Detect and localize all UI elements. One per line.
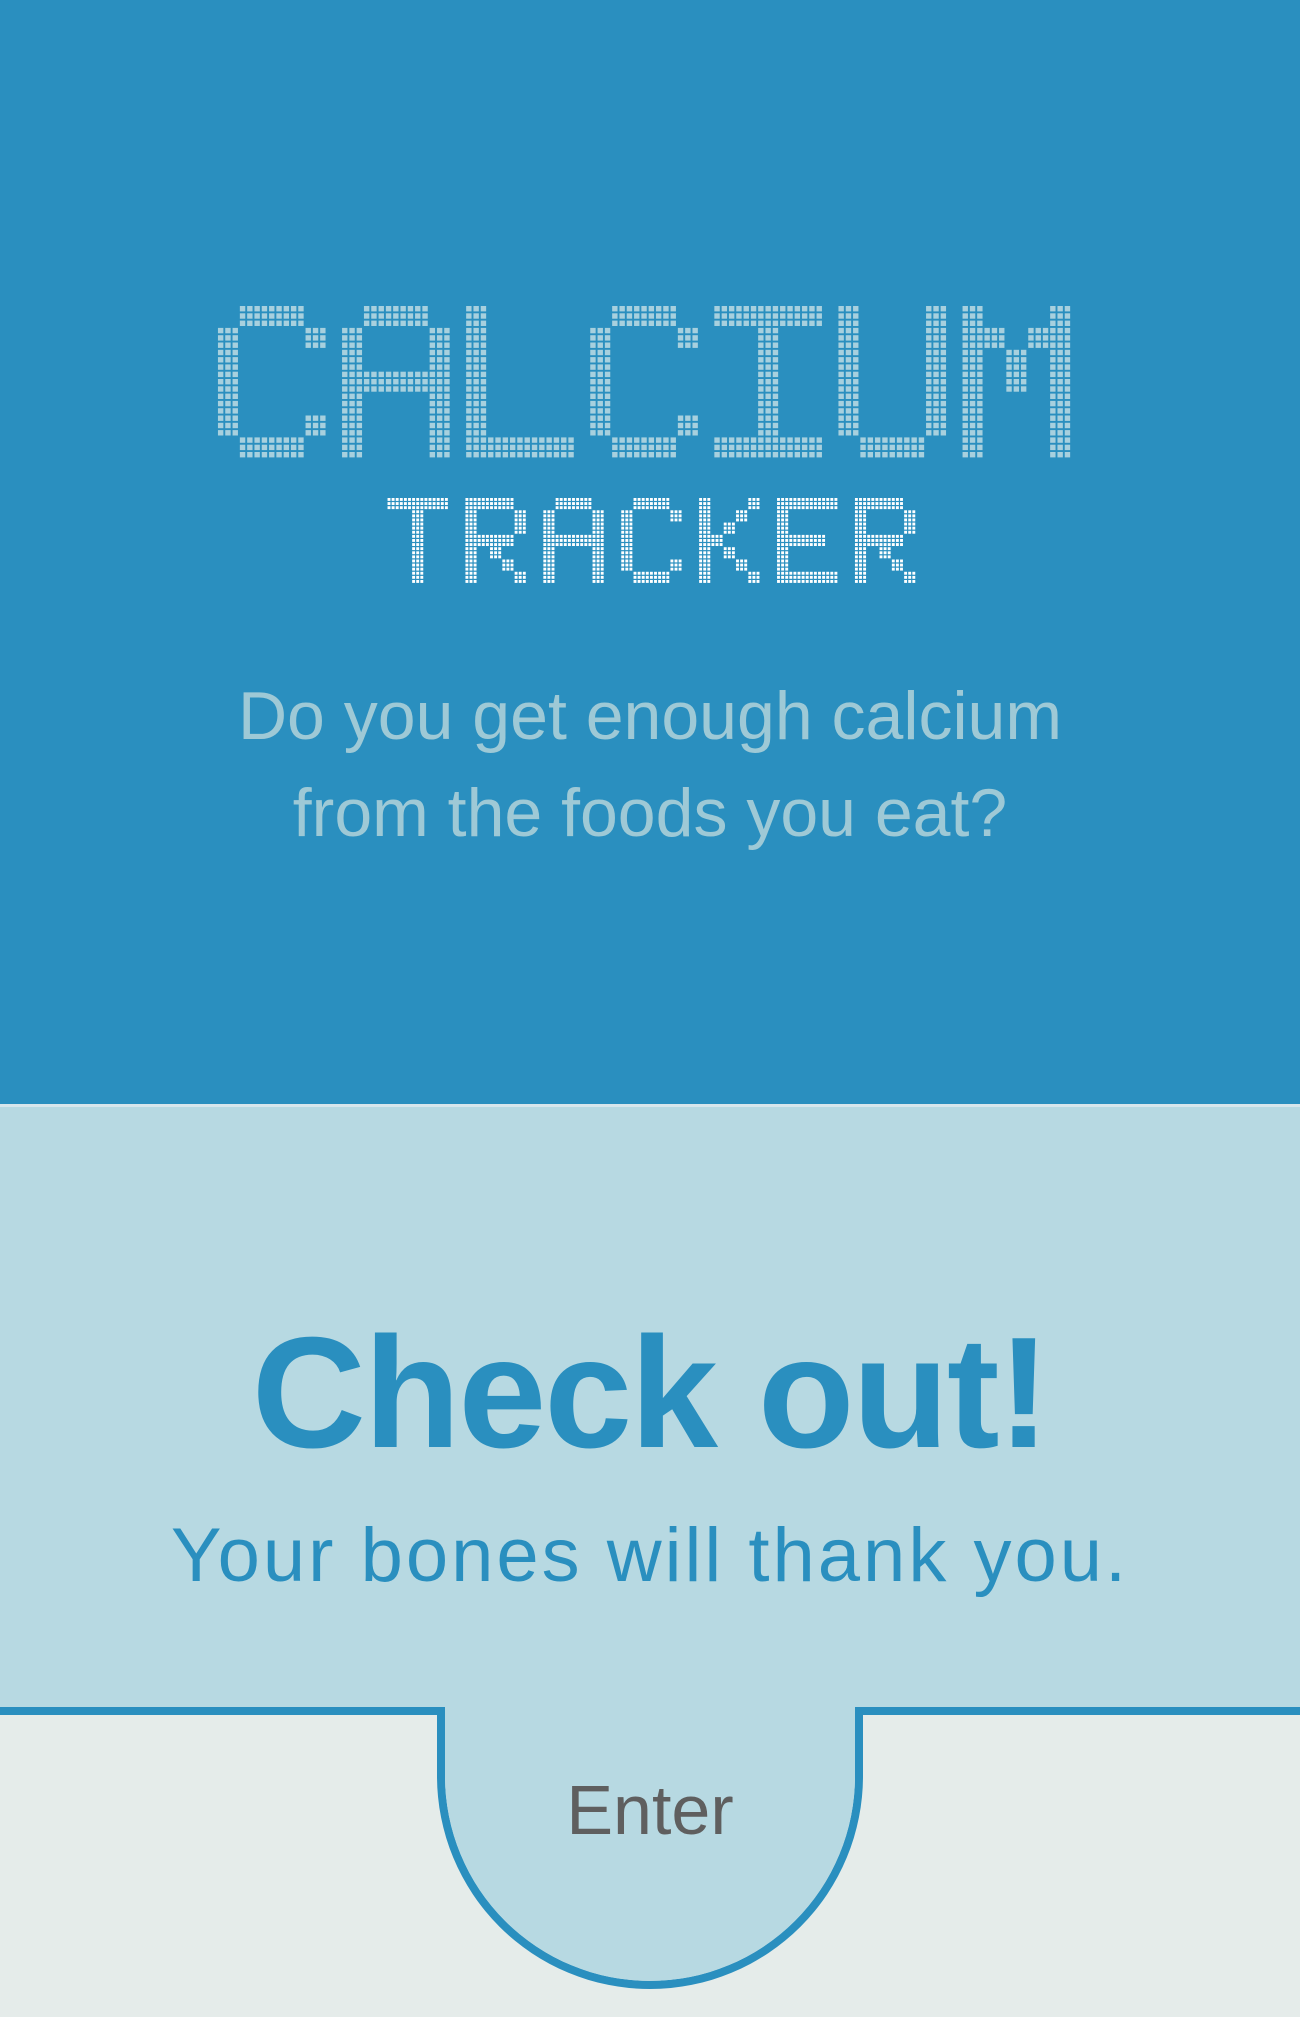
promo-headline: Check out! [251, 1305, 1050, 1481]
promo-tagline: Your bones will thank you. [170, 1513, 1130, 1598]
title-tracker [387, 498, 916, 583]
title-calcium [217, 306, 1071, 458]
app-title-logo [217, 306, 1071, 583]
subtitle-line-1: Do you get enough calcium [237, 678, 1063, 754]
enter-button[interactable]: Enter [500, 1750, 800, 1870]
subtitle-line-2: from the foods you eat? [292, 775, 1008, 851]
